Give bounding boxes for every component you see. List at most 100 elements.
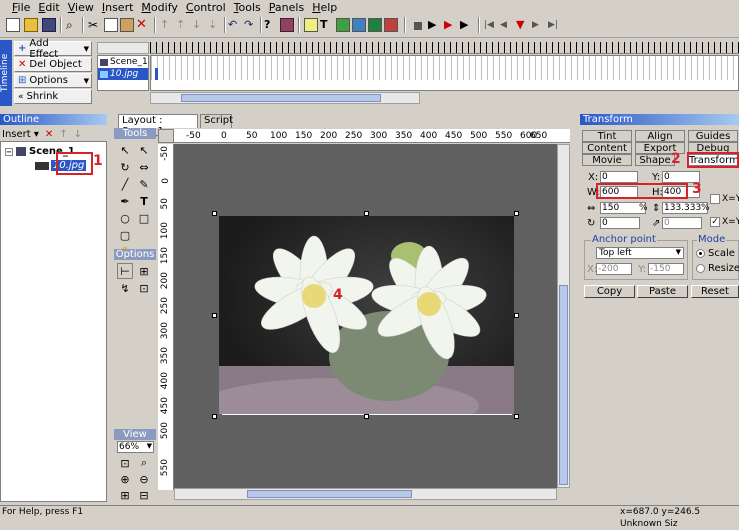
insert-frame-icon[interactable] bbox=[304, 18, 318, 32]
line-tool-icon[interactable]: ╱ bbox=[117, 176, 133, 192]
subselect-tool-icon[interactable]: ↖ bbox=[136, 142, 152, 158]
move-down-icon[interactable]: ↓ bbox=[192, 18, 206, 32]
scale-radio[interactable] bbox=[696, 249, 705, 258]
delete-icon[interactable]: ✕ bbox=[136, 18, 150, 32]
tab-tint[interactable]: Tint bbox=[582, 130, 632, 142]
xy-lock-checkbox[interactable] bbox=[710, 194, 720, 204]
book-icon[interactable] bbox=[280, 18, 294, 32]
x-field[interactable]: 0 bbox=[600, 171, 638, 183]
rounded-rect-tool-icon[interactable]: ▢ bbox=[117, 227, 133, 243]
copy-button[interactable]: Copy bbox=[584, 285, 635, 298]
outline-insert-button[interactable]: Insert ▾ bbox=[2, 129, 39, 140]
play-frame-icon[interactable]: ▶ bbox=[444, 18, 458, 32]
xy-check-icon[interactable]: ✓ bbox=[710, 217, 720, 227]
resize-radio[interactable] bbox=[696, 264, 705, 273]
shrink-button[interactable]: « Shrink bbox=[14, 89, 92, 104]
stage-hscroll[interactable] bbox=[174, 488, 557, 500]
grid-view-icon[interactable]: ⊞ bbox=[117, 487, 133, 503]
tab-shape[interactable]: Shape bbox=[635, 154, 675, 166]
tab-layout[interactable]: Layout : Scene_1 bbox=[118, 114, 198, 137]
anchor-x-field[interactable]: -200 bbox=[596, 263, 632, 275]
snap-option-icon[interactable]: ⊢ bbox=[117, 263, 133, 279]
stage-vscroll[interactable] bbox=[557, 144, 570, 488]
menu-view[interactable]: View bbox=[68, 1, 94, 14]
play-icon[interactable]: ▶ bbox=[428, 18, 442, 32]
add-effect-button[interactable]: + Add Effect ▼ bbox=[14, 38, 92, 60]
move-bottom-icon[interactable]: ⇣ bbox=[208, 18, 222, 32]
guides-view-icon[interactable]: ⊟ bbox=[136, 487, 152, 503]
move-up-icon[interactable]: ↑ bbox=[160, 18, 174, 32]
curve-option-icon[interactable]: ↯ bbox=[117, 280, 133, 296]
resize-handle[interactable] bbox=[212, 414, 217, 419]
insert-image-icon[interactable] bbox=[336, 18, 350, 32]
prev-frame-icon[interactable]: ◀ bbox=[500, 18, 514, 32]
insert-sound-icon[interactable] bbox=[384, 18, 398, 32]
zoom-out-icon[interactable]: ⊖ bbox=[136, 471, 152, 487]
marker-icon[interactable]: ▼ bbox=[516, 18, 530, 32]
align-option-icon[interactable]: ⊞ bbox=[136, 263, 152, 279]
reset-button[interactable]: Reset bbox=[691, 285, 739, 298]
insert-text-icon[interactable]: T bbox=[320, 18, 334, 32]
menu-control[interactable]: Control bbox=[186, 1, 226, 14]
frame-grid[interactable] bbox=[150, 55, 739, 91]
menu-file[interactable]: File bbox=[12, 1, 30, 14]
help-icon[interactable]: ? bbox=[264, 18, 278, 32]
anchor-select[interactable]: Top left ▼ bbox=[596, 247, 684, 259]
options-button[interactable]: ⊞ Options ▼ bbox=[14, 73, 92, 88]
menu-help[interactable]: Help bbox=[312, 1, 337, 14]
cactus-flower-image[interactable] bbox=[199, 216, 514, 434]
frame-ruler[interactable] bbox=[150, 42, 739, 54]
outline-down-icon[interactable]: ↓ bbox=[74, 129, 82, 140]
zoom-in-icon[interactable]: ⊕ bbox=[117, 471, 133, 487]
tab-content[interactable]: Content bbox=[582, 142, 632, 154]
save-icon[interactable] bbox=[42, 18, 56, 32]
tab-movie[interactable]: Movie bbox=[582, 154, 632, 166]
resize-handle[interactable] bbox=[514, 211, 519, 216]
tab-guides[interactable]: Guides bbox=[688, 130, 738, 142]
resize-handle[interactable] bbox=[364, 414, 369, 419]
arrow-tool-icon[interactable]: ↖ bbox=[117, 142, 133, 158]
paste-button[interactable]: Paste bbox=[637, 285, 688, 298]
timeline-hscroll[interactable] bbox=[150, 92, 420, 104]
new-file-icon[interactable] bbox=[6, 18, 20, 32]
transform-tool-icon[interactable]: ⇔ bbox=[136, 159, 152, 175]
anchor-y-field[interactable]: -150 bbox=[648, 263, 684, 275]
rectangle-tool-icon[interactable]: □ bbox=[136, 210, 152, 226]
play-scene-icon[interactable]: ▶ bbox=[460, 18, 474, 32]
copy-icon[interactable] bbox=[104, 18, 118, 32]
menu-panels[interactable]: Panels bbox=[269, 1, 304, 14]
collapse-icon[interactable]: − bbox=[5, 147, 13, 156]
pencil-tool-icon[interactable]: ✎ bbox=[136, 176, 152, 192]
resize-handle[interactable] bbox=[514, 414, 519, 419]
insert-sprite-icon[interactable] bbox=[352, 18, 366, 32]
rotate-tool-icon[interactable]: ↻ bbox=[117, 159, 133, 175]
resize-handle[interactable] bbox=[514, 313, 519, 318]
keyframe-marker[interactable] bbox=[155, 68, 158, 80]
open-folder-icon[interactable] bbox=[24, 18, 38, 32]
outline-up-icon[interactable]: ↑ bbox=[59, 129, 67, 140]
last-frame-icon[interactable]: ▶| bbox=[548, 18, 562, 32]
ellipse-tool-icon[interactable]: ○ bbox=[117, 210, 133, 226]
tab-align[interactable]: Align bbox=[635, 130, 685, 142]
insert-movie-icon[interactable] bbox=[368, 18, 382, 32]
del-object-button[interactable]: ✕ Del Object bbox=[14, 57, 92, 72]
timeline-nav[interactable] bbox=[97, 42, 149, 54]
redo-icon[interactable]: ↷ bbox=[244, 18, 258, 32]
menu-tools[interactable]: Tools bbox=[234, 1, 261, 14]
cut-icon[interactable]: ✂ bbox=[88, 18, 102, 32]
menu-modify[interactable]: Modify bbox=[141, 1, 177, 14]
tab-script[interactable]: Script bbox=[200, 114, 233, 128]
zoom-fit-icon[interactable]: ⊡ bbox=[117, 455, 133, 471]
first-frame-icon[interactable]: |◀ bbox=[484, 18, 498, 32]
grid-option-icon[interactable]: ⊡ bbox=[136, 280, 152, 296]
outline-delete-icon[interactable]: ✕ bbox=[45, 129, 53, 140]
zoom-select[interactable]: 66% ▼ bbox=[117, 441, 154, 453]
resize-handle[interactable] bbox=[212, 211, 217, 216]
stop-icon[interactable] bbox=[414, 22, 422, 30]
find-icon[interactable]: ⌕ bbox=[66, 18, 80, 32]
paste-icon[interactable] bbox=[120, 18, 134, 32]
resize-handle[interactable] bbox=[364, 211, 369, 216]
rotate-field[interactable]: 0 bbox=[600, 217, 640, 229]
resize-handle[interactable] bbox=[212, 313, 217, 318]
undo-icon[interactable]: ↶ bbox=[228, 18, 242, 32]
